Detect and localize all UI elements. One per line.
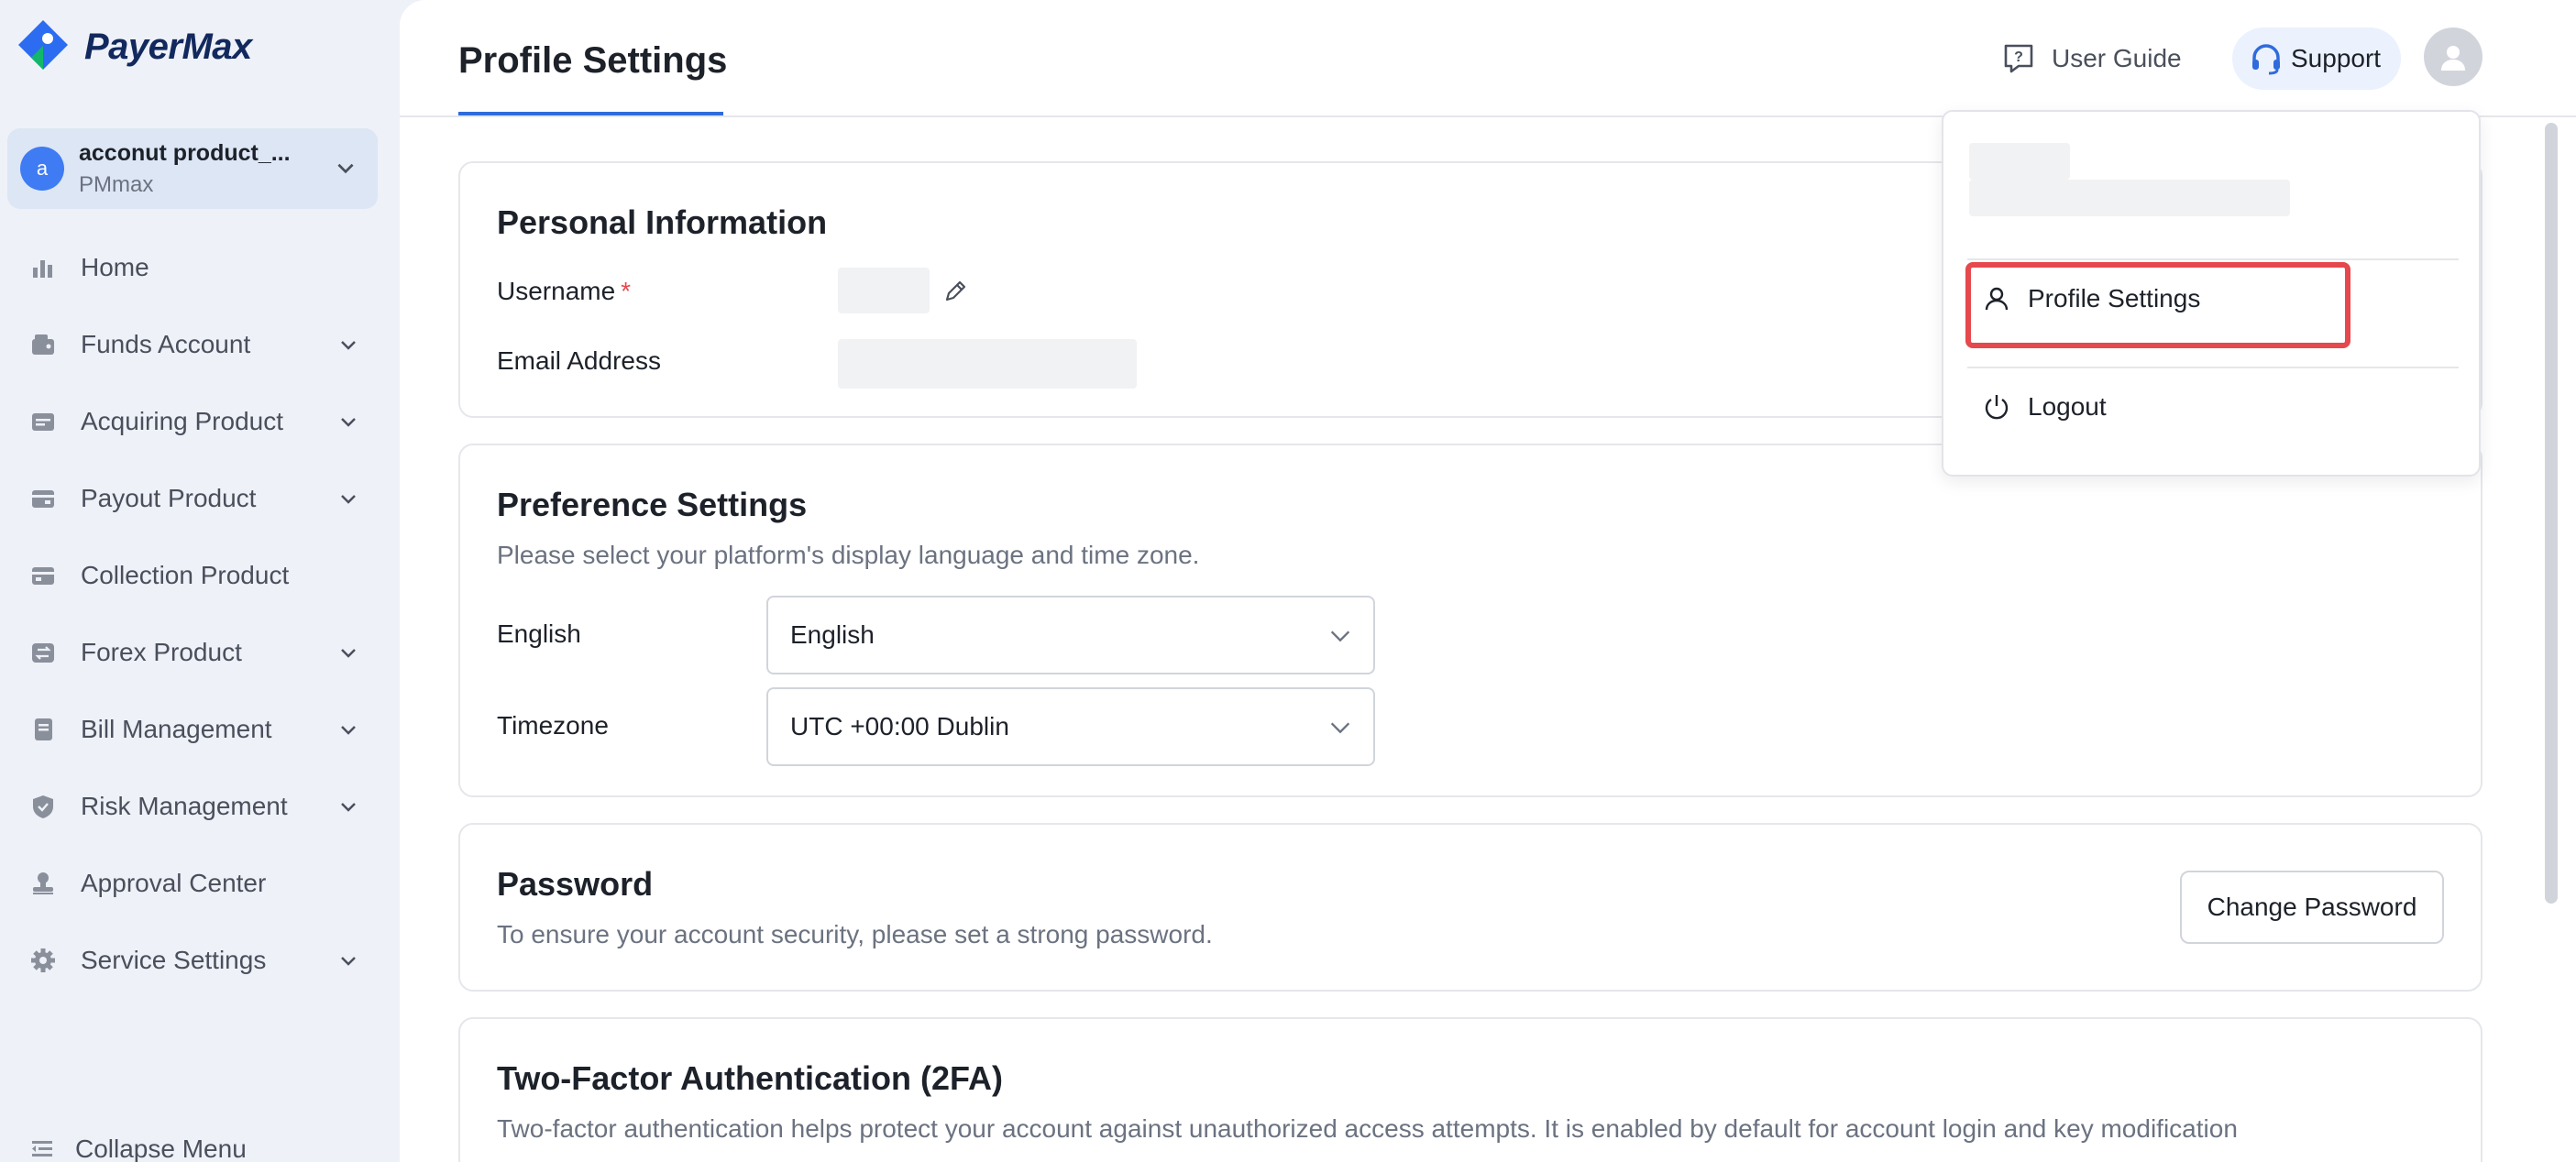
chevron-down-icon (341, 957, 356, 966)
sidebar-item-risk-management[interactable]: Risk Management (0, 768, 400, 845)
two-factor-card: Two-Factor Authentication (2FA) Two-fact… (458, 1017, 2482, 1162)
account-switcher[interactable]: a acconut product_... PMmax (7, 128, 378, 209)
sidebar-nav: Home Funds Account Acquiring Product Pay… (0, 229, 400, 999)
edit-icon[interactable] (942, 277, 970, 304)
timezone-select[interactable]: UTC +00:00 Dublin (766, 687, 1375, 766)
scrollbar-thumb[interactable] (2545, 123, 2558, 904)
sidebar-item-forex-product[interactable]: Forex Product (0, 614, 400, 691)
preference-title: Preference Settings (497, 486, 808, 523)
chevron-down-icon (341, 726, 356, 735)
user-dropdown-menu: Profile Settings Logout (1942, 110, 2481, 477)
sidebar-item-collection-product[interactable]: Collection Product (0, 537, 400, 614)
card-icon (29, 408, 57, 435)
sidebar-item-service-settings[interactable]: Service Settings (0, 922, 400, 999)
headset-icon (2252, 44, 2280, 75)
two-factor-title: Two-Factor Authentication (2FA) (497, 1059, 1003, 1097)
sidebar-item-payout-product[interactable]: Payout Product (0, 460, 400, 537)
sidebar-item-label: Risk Management (81, 792, 288, 820)
sidebar-item-label: Payout Product (81, 484, 257, 512)
email-label: Email Address (497, 346, 661, 375)
sidebar-item-label: Service Settings (81, 946, 267, 974)
timezone-label: Timezone (497, 711, 609, 740)
email-value-redacted (838, 339, 1137, 389)
sidebar-item-label: Forex Product (81, 638, 242, 666)
user-guide-label: User Guide (2052, 44, 2182, 72)
bar-chart-icon (29, 254, 57, 281)
chevron-down-icon (341, 418, 356, 427)
account-avatar: a (20, 147, 64, 191)
chevron-down-icon (1330, 630, 1350, 642)
sidebar-item-approval-center[interactable]: Approval Center (0, 845, 400, 922)
bill-icon (29, 716, 57, 743)
support-button[interactable]: Support (2232, 27, 2401, 90)
sidebar-item-acquiring-product[interactable]: Acquiring Product (0, 383, 400, 460)
required-mark: * (621, 277, 632, 305)
gear-icon (29, 947, 57, 974)
change-password-button[interactable]: Change Password (2180, 871, 2444, 944)
collapse-menu-label: Collapse Menu (75, 1135, 247, 1162)
personal-info-title: Personal Information (497, 203, 828, 241)
page-title: Profile Settings (458, 40, 728, 81)
brand-name: PayerMax (84, 26, 252, 67)
logout-label: Logout (2028, 392, 2107, 421)
user-name-redacted (1969, 143, 2070, 180)
collapse-menu-button[interactable]: Collapse Menu (29, 1135, 247, 1162)
two-factor-description: Two-factor authentication helps protect … (497, 1114, 2238, 1143)
language-label: English (497, 619, 581, 648)
username-value-redacted (838, 268, 930, 313)
preference-description: Please select your platform's display la… (497, 541, 1200, 569)
chevron-down-icon (341, 803, 356, 812)
password-card: Password To ensure your account security… (458, 823, 2482, 992)
sidebar-item-label: Approval Center (81, 869, 267, 897)
sidebar-item-label: Home (81, 253, 149, 281)
payermax-logo-icon (18, 20, 68, 70)
chevron-down-icon (341, 495, 356, 504)
dropdown-divider (1967, 258, 2459, 260)
profile-settings-highlight (1965, 262, 2350, 348)
sidebar-item-home[interactable]: Home (0, 229, 400, 306)
user-icon (2441, 46, 2465, 71)
preference-settings-card: Preference Settings Please select your p… (458, 444, 2482, 797)
chevron-down-icon (1330, 722, 1350, 734)
chevron-down-icon (341, 341, 356, 350)
password-title: Password (497, 865, 654, 903)
timezone-select-value: UTC +00:00 Dublin (790, 712, 1009, 740)
power-icon (1985, 395, 2009, 420)
user-avatar-button[interactable] (2424, 27, 2482, 86)
sidebar-item-label: Funds Account (81, 330, 251, 358)
collection-icon (29, 562, 57, 589)
account-name: acconut product_... (79, 139, 291, 166)
sidebar-item-label: Collection Product (81, 561, 290, 589)
account-sub: PMmax (79, 171, 154, 197)
dropdown-divider (1967, 367, 2459, 368)
sidebar-item-label: Acquiring Product (81, 407, 284, 435)
user-email-redacted (1969, 180, 2290, 216)
collapse-menu-icon (32, 1141, 52, 1157)
sidebar: PayerMax a acconut product_... PMmax Hom… (0, 0, 400, 1162)
logout-menu-item[interactable]: Logout (1982, 392, 2107, 422)
sidebar-item-funds-account[interactable]: Funds Account (0, 306, 400, 383)
user-guide-button[interactable]: ? User Guide (2000, 35, 2182, 82)
language-select-value: English (790, 620, 875, 649)
wallet-icon (29, 331, 57, 358)
chevron-down-icon (337, 163, 354, 174)
brand-logo[interactable]: PayerMax (15, 18, 252, 75)
exchange-icon (29, 639, 57, 666)
sidebar-item-label: Bill Management (81, 715, 272, 743)
stamp-icon (29, 870, 57, 897)
sidebar-item-bill-management[interactable]: Bill Management (0, 691, 400, 768)
shield-icon (29, 793, 57, 820)
language-select[interactable]: English (766, 596, 1375, 674)
username-label: Username * (497, 277, 632, 305)
help-icon: ? (2004, 44, 2033, 73)
password-description: To ensure your account security, please … (497, 920, 1213, 948)
payout-icon (29, 485, 57, 512)
svg-text:?: ? (2014, 49, 2023, 65)
chevron-down-icon (341, 649, 356, 658)
support-label: Support (2291, 44, 2382, 72)
